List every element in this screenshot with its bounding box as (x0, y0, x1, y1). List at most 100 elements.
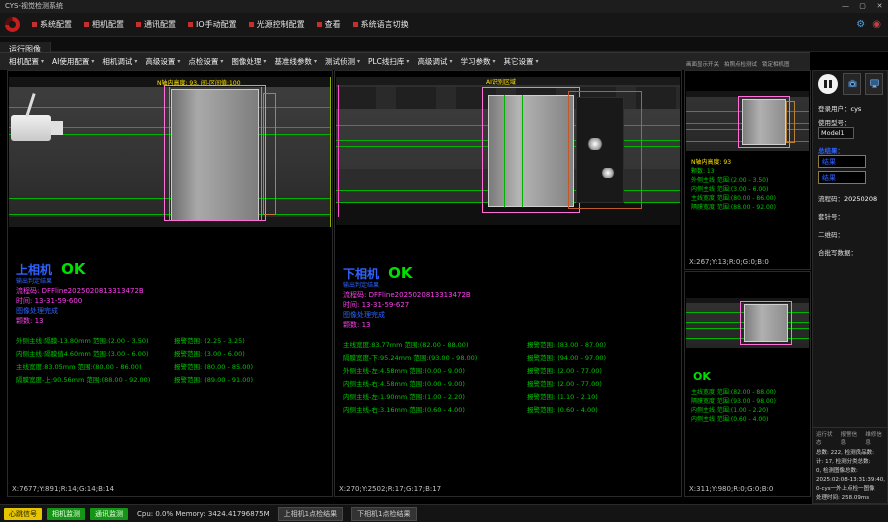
toolbar-item-advanced-settings[interactable]: 高级设置▾ (141, 53, 184, 71)
stats-line: 总数: 222, 检测良品数: (816, 449, 887, 458)
pixel-coords-readout: X:270;Y:2502;R:17;G:17;B:17 (339, 485, 441, 493)
view-toggle-display[interactable]: 画面显示开关 (686, 60, 719, 68)
camera-monitor-badge: 相机监测 (47, 508, 85, 520)
toolbar-item-baseline-params[interactable]: 基准线参数▾ (270, 53, 321, 71)
bottom-camera-check-button[interactable]: 下相机1点检结果 (351, 507, 416, 521)
pause-button[interactable] (818, 74, 838, 94)
status-ok: OK (388, 264, 412, 282)
toolbar-item-advanced-debug[interactable]: 高级调试▾ (413, 53, 456, 71)
main-window: CYS-视觉检测系统 — ▢ ✕ 系统配置 相机配置 通讯配置 IO手动配置 光… (0, 0, 888, 522)
measurement-row: 内侧主线-右:3.16mm 范围:(0.60 - 4.00)报警范围: (0.6… (343, 404, 606, 417)
overlay-line (338, 85, 339, 217)
menu-item-light-control-config[interactable]: 光源控制配置 (243, 13, 311, 37)
camera-view-button-1[interactable] (843, 73, 861, 95)
tab-bar: 运行图像 (0, 37, 888, 52)
tab-maintenance-info[interactable]: 维修信息 (865, 430, 887, 446)
camera-view-button-2[interactable] (865, 73, 883, 95)
time-text: 时间: 13-31-59-627 (343, 300, 606, 310)
menu-item-view[interactable]: 查看 (311, 13, 347, 37)
view-toggle-lock-image[interactable]: 锁定相机图 (762, 60, 790, 68)
process-done-text: 图像处理完成 (343, 310, 606, 320)
result-title: 上相机 (16, 263, 52, 277)
overlay-frame (738, 96, 790, 148)
login-user-value: cys (851, 105, 862, 113)
stats-line: 2025:02:08-13:31:39:40, (816, 476, 887, 485)
measurement-row: 隔膜宽度-上:90.56mm 范围:(88.00 - 92.00)报警范围: (… (16, 374, 253, 387)
module-region (576, 97, 624, 203)
chevron-down-icon: ▾ (535, 58, 538, 65)
right-top-camera-image[interactable] (686, 91, 809, 151)
title-bar: CYS-视觉检测系统 — ▢ ✕ (0, 0, 888, 13)
batch-write-label: 合批写数据： (818, 247, 888, 257)
status-tabs: 运行状态 报警信息 维修信息 (816, 430, 887, 446)
tab-alarm-info[interactable]: 报警信息 (841, 430, 863, 446)
model-select[interactable]: Model1 (818, 127, 854, 139)
overlay-line (522, 95, 523, 207)
menu-item-language-switch[interactable]: 系统语言切换 (347, 13, 415, 37)
toolbar-item-camera-config[interactable]: 相机配置▾ (5, 53, 48, 71)
menu-item-io-manual-config[interactable]: IO手动配置 (182, 13, 243, 37)
toolbar-item-plc-scan[interactable]: PLC线扫库▾ (364, 53, 413, 71)
chevron-down-icon: ▾ (406, 58, 409, 65)
menu-item-icon (32, 22, 37, 27)
chevron-down-icon: ▾ (263, 58, 266, 65)
logo-dot-icon[interactable]: ◉ (872, 13, 881, 37)
menu-item-system-config[interactable]: 系统配置 (26, 13, 78, 37)
toolbar-item-test-detect[interactable]: 测试侦测▾ (321, 53, 364, 71)
overlay-frame (786, 101, 795, 143)
result-note: 输出判定结果 (343, 282, 606, 290)
toolbar-item-other-settings[interactable]: 其它设置▾ (499, 53, 542, 71)
middle-result-overlay: 下相机 OK 输出判定结果 流程码: DFFline20250208133134… (343, 263, 606, 417)
toolbar-item-learning-params[interactable]: 学习参数▾ (456, 53, 499, 71)
left-camera-image[interactable]: N轴内高度: 93, 间-区间值:100 (9, 77, 331, 227)
flow-code: 流程码: DFFline2025020813313472B (16, 286, 253, 296)
menu-item-comm-config[interactable]: 通讯配置 (130, 13, 182, 37)
model-row: 使用型号： (818, 117, 888, 127)
info-side-panel: 登录用户：cys 使用型号： Model1 总结果： 结果 结果 流程码：202… (812, 70, 888, 504)
flow-code-value: 20250208 (844, 195, 877, 203)
connector-object (51, 121, 63, 135)
time-text: 时间: 13-31-59-600 (16, 296, 253, 306)
cable-object (25, 93, 35, 117)
toolbar-item-camera-debug[interactable]: 相机调试▾ (98, 53, 141, 71)
status-ok: OK (61, 260, 85, 278)
count-text: 颗数: 13 (343, 320, 606, 330)
qr-code-label: 二维码： (818, 229, 888, 239)
chevron-down-icon: ▾ (134, 58, 137, 65)
right-top-camera-panel: N轴内高度: 93 颗数: 13 外侧主线 范围:(2.00 - 3.50) 内… (684, 70, 811, 270)
chevron-down-icon: ▾ (449, 58, 452, 65)
measurement-row: 隔膜宽度-下:95.24mm 范围:(93.00 - 98.00)报警范围: (… (343, 352, 606, 365)
toolbar-item-image-processing[interactable]: 图像处理▾ (227, 53, 270, 71)
overlay-frame (482, 87, 580, 213)
measurement-row: 主线宽度:83.05mm 范围:(80.00 - 86.00)报警范围: (80… (16, 361, 253, 374)
right-bottom-camera-panel: OK 主线宽度 范围:(82.00 - 88.00) 隔膜宽度 范围:(93.0… (684, 271, 811, 497)
measurement-row: 外侧主线:隔膜-13.80mm 范围:(2.00 - 3.50)报警范围: (2… (16, 335, 253, 348)
result-lines: 主线宽度 范围:(82.00 - 88.00) 隔膜宽度 范围:(93.00 -… (691, 388, 776, 424)
pixel-coords-readout: X:7677;Y:891;R:14;G:14;B:14 (12, 485, 114, 493)
roi-label: AI识别区域 (486, 77, 516, 86)
toolbar-item-ai-config[interactable]: AI使用配置▾ (48, 53, 98, 71)
overlay-frame (164, 85, 266, 221)
tab-run-status[interactable]: 运行状态 (816, 430, 838, 446)
gear-icon[interactable]: ⚙ (856, 13, 865, 37)
minimize-icon[interactable]: — (837, 0, 854, 13)
chevron-down-icon: ▾ (177, 58, 180, 65)
pixel-coords-readout: X:311;Y:980;R:0;G:0;B:0 (689, 485, 773, 493)
app-logo-icon (5, 17, 20, 32)
result-note: 输出判定结果 (16, 278, 253, 286)
needle-number-label: 套针号： (818, 211, 888, 221)
middle-camera-image[interactable]: AI识别区域 (336, 77, 680, 225)
chevron-down-icon: ▾ (492, 58, 495, 65)
view-toggle-spot-test[interactable]: 拍照点检测试 (724, 60, 757, 68)
menu-item-icon (249, 22, 254, 27)
measurement-row: 外侧主线-左:4.58mm 范围:(0.00 - 9.00)报警范围: (2.0… (343, 365, 606, 378)
statistics-section: 运行状态 报警信息 维修信息 总数: 222, 检测良品数: 计: 17, 检测… (813, 427, 887, 503)
close-icon[interactable]: ✕ (871, 0, 888, 13)
toolbar-item-spot-check[interactable]: 点检设置▾ (184, 53, 227, 71)
menu-item-camera-config[interactable]: 相机配置 (78, 13, 130, 37)
maximize-icon[interactable]: ▢ (854, 0, 871, 13)
right-bottom-camera-image[interactable] (686, 298, 809, 348)
overlay-line (504, 95, 505, 207)
connector-object (11, 115, 51, 141)
top-camera-check-button[interactable]: 上相机1点检结果 (278, 507, 343, 521)
